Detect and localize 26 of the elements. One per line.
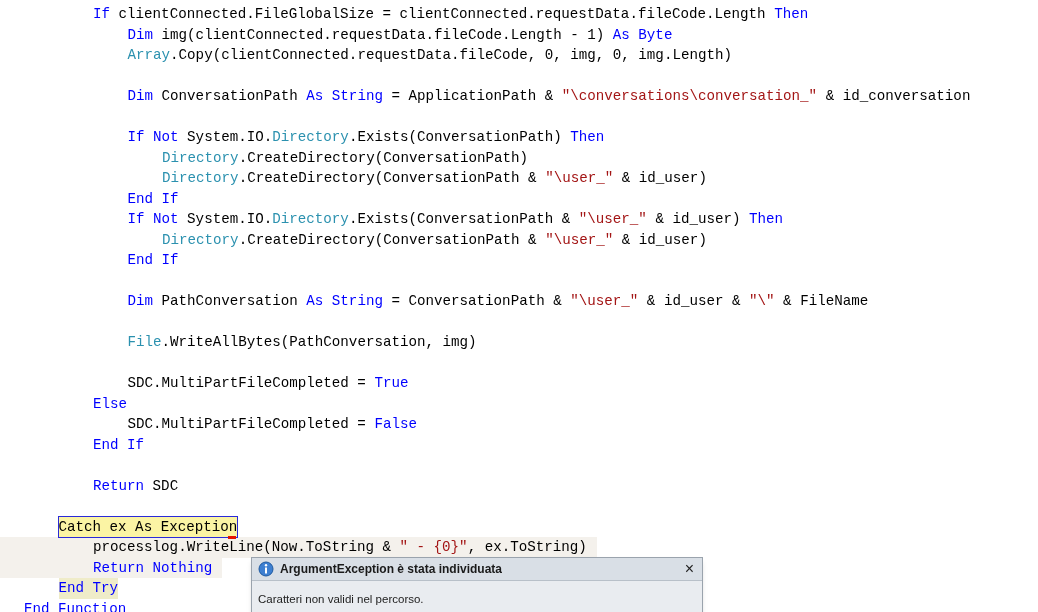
code-line: SDC.MultiPartFileCompleted = False	[127, 415, 417, 434]
code-line: Return SDC	[93, 476, 179, 496]
code-line: Array.Copy(clientConnected.requestData.fileCode, 0, img, 0, img.Length)	[127, 46, 732, 65]
code-line: End If	[127, 189, 179, 209]
code-line: Directory.CreateDirectory(ConversationPath & "\user_" & id_user)	[162, 169, 707, 188]
code-line: processlog.WriteLine(Now.ToString & " - {0}", ex.ToString)	[93, 538, 587, 557]
code-line: End If	[93, 435, 145, 455]
code-line: Directory.CreateDirectory(ConversationPath & "\user_" & id_user)	[162, 230, 707, 250]
close-button[interactable]: ×	[682, 561, 696, 577]
code-line: End Function	[24, 599, 127, 612]
code-line: Dim ConversationPath As String = ApplicationPath & "\conversations\conversation_" & id_conversation	[127, 87, 971, 106]
code-line: If Not System.IO.Directory.Exists(ConversationPath & "\user_" & id_user) Then	[127, 210, 784, 229]
info-icon	[258, 561, 274, 577]
exception-message: Caratteri non validi nel percorso.	[258, 593, 424, 605]
code-line: End If	[127, 251, 179, 270]
code-line: Return Nothing	[93, 558, 213, 578]
code-line: SDC.MultiPartFileCompleted = True	[127, 374, 409, 393]
current-statement: Catch ex As Exception	[58, 516, 238, 537]
code-line: If clientConnected.FileGlobalSize = clientConnected.requestData.fileCode.Length Then	[93, 5, 809, 24]
code-line: Directory.CreateDirectory(ConversationPath)	[162, 148, 529, 168]
code-line: File.WriteAllBytes(PathConversation, img)	[127, 333, 477, 352]
code-line: Dim PathConversation As String = ConversationPath & "\user_" & id_user & "\" & FileName	[127, 292, 869, 311]
popup-title: ArgumentException è stata individuata	[280, 561, 504, 578]
code-line: Dim img(clientConnected.requestData.fileCode.Length - 1) As Byte	[127, 25, 673, 45]
code-line: If Not System.IO.Directory.Exists(ConversationPath) Then	[127, 128, 605, 147]
code-line: Else	[93, 394, 128, 414]
